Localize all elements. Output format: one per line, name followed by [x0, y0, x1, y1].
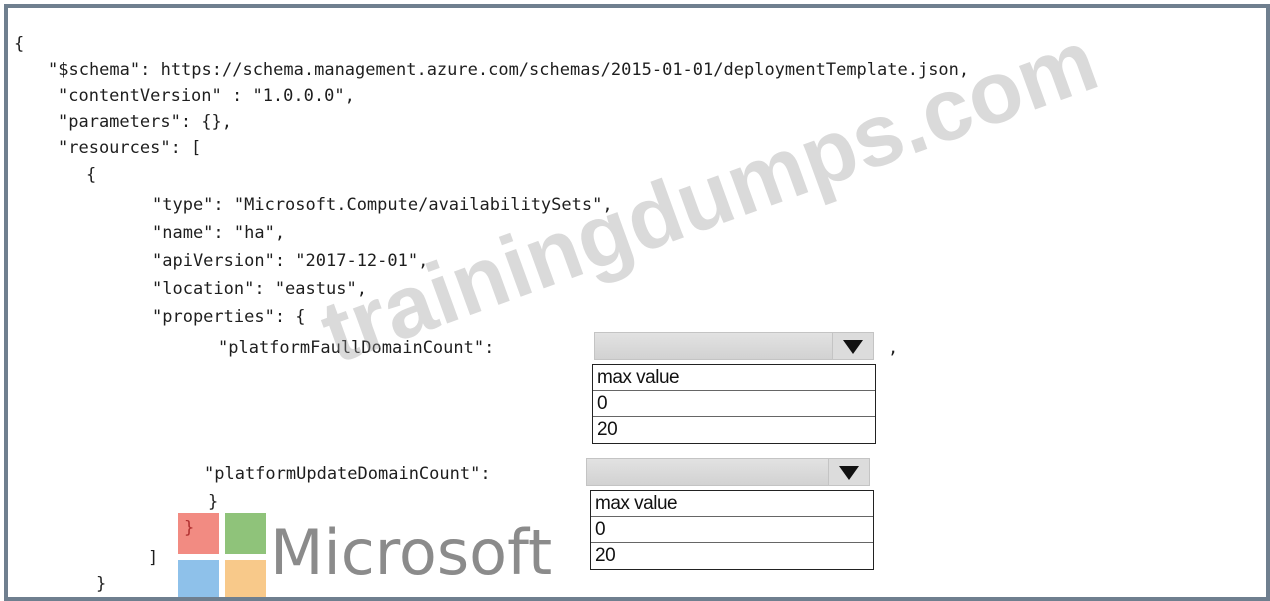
code-line-update-domain: "platformUpdateDomainCount":	[204, 464, 491, 484]
code-line-properties: "properties": {	[152, 307, 306, 327]
code-line-fault-domain: "platformFaullDomainCount":	[218, 338, 495, 358]
update-domain-dropdown-toggle[interactable]	[828, 459, 869, 485]
logo-blue-square	[178, 560, 219, 597]
code-line-api-version: "apiVersion": "2017-12-01",	[152, 251, 429, 271]
update-domain-option[interactable]: max value	[591, 491, 873, 517]
fault-domain-option[interactable]: 0	[593, 391, 875, 417]
update-domain-option[interactable]: 20	[591, 543, 873, 569]
logo-green-square	[225, 513, 266, 554]
triangle-down-icon	[843, 340, 863, 354]
question-frame: { "$schema": https://schema.management.a…	[4, 4, 1270, 601]
update-domain-options: max value 0 20	[590, 490, 874, 570]
code-line-open-brace: {	[86, 165, 97, 185]
code-line-type: "type": "Microsoft.Compute/availabilityS…	[152, 195, 613, 215]
code-line-parameters: "parameters": {},	[58, 112, 232, 132]
update-domain-dropdown[interactable]	[586, 458, 870, 486]
code-line-location: "location": "eastus",	[152, 279, 367, 299]
triangle-down-icon	[839, 466, 859, 480]
code-line-close-array: ]	[148, 548, 159, 568]
code-line-1: {	[14, 34, 25, 54]
code-line-resources: "resources": [	[58, 138, 202, 158]
fault-domain-options: max value 0 20	[592, 364, 876, 444]
code-line-name: "name": "ha",	[152, 223, 286, 243]
update-domain-option[interactable]: 0	[591, 517, 873, 543]
fault-domain-option[interactable]: 20	[593, 417, 875, 443]
code-line-fault-comma: ,	[888, 338, 899, 358]
code-line-close-properties: }	[208, 492, 219, 512]
code-line-close-root: }	[96, 574, 107, 594]
fault-domain-dropdown[interactable]	[594, 332, 874, 360]
logo-yellow-square	[225, 560, 266, 597]
microsoft-logo-text: Microsoft	[270, 516, 553, 589]
code-line-schema: "$schema": https://schema.management.azu…	[48, 60, 970, 80]
fault-domain-dropdown-toggle[interactable]	[832, 333, 873, 359]
fault-domain-option[interactable]: max value	[593, 365, 875, 391]
code-line-close-resource: }	[184, 518, 195, 538]
code-line-content-version: "contentVersion" : "1.0.0.0",	[58, 86, 355, 106]
